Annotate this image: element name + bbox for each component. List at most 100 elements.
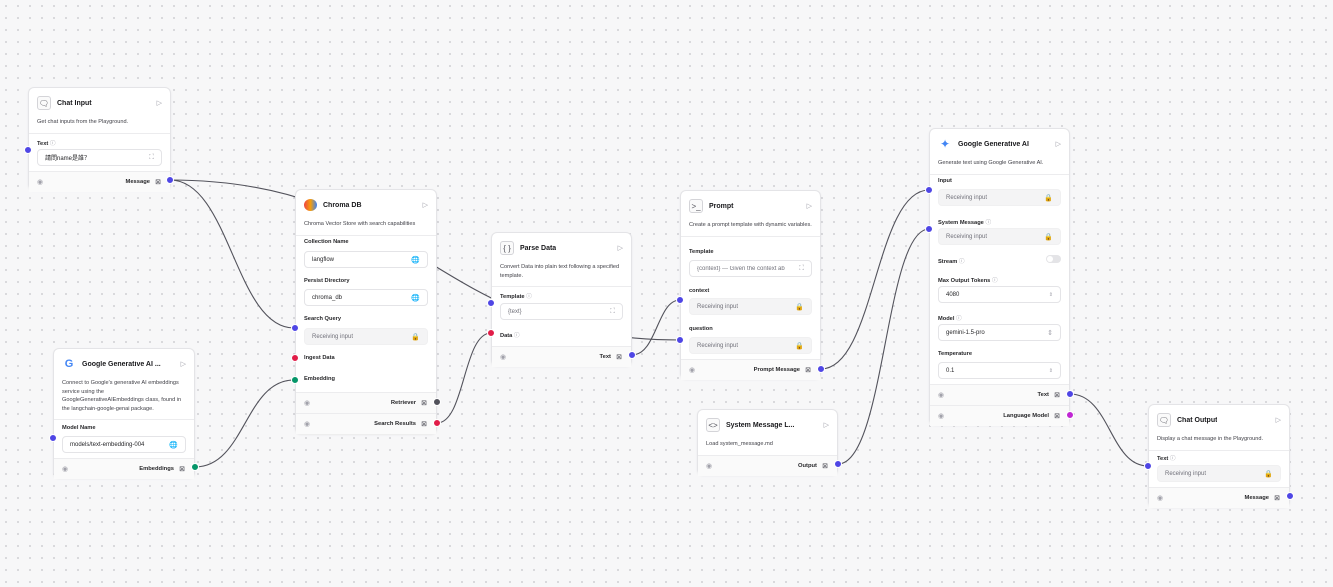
text-field[interactable]: Receiving input 🔒 — [1157, 465, 1281, 482]
template-input[interactable]: {context} --- Given the context ab ⛶ — [689, 260, 812, 277]
field-label-ingest-data: Ingest Data — [304, 355, 335, 361]
handle-embedding[interactable] — [291, 376, 299, 384]
output-selector-icon[interactable]: ⊠ — [154, 178, 162, 186]
eye-icon[interactable]: ◉ — [689, 366, 695, 374]
play-icon[interactable]: ▷ — [423, 201, 428, 209]
handle-language-model-output[interactable] — [1066, 411, 1074, 419]
handle-message-output[interactable] — [1286, 492, 1294, 500]
handle-search-query[interactable] — [291, 324, 299, 332]
edge-parse-prompt — [631, 299, 681, 356]
output-row-text: ◉ Text ⊠ — [492, 346, 631, 367]
output-selector-icon[interactable]: ⊠ — [1053, 412, 1061, 420]
play-icon[interactable]: ▷ — [181, 360, 186, 368]
expand-icon[interactable]: ⛶ — [145, 154, 154, 162]
eye-icon[interactable]: ◉ — [938, 412, 944, 420]
output-selector-icon[interactable]: ⊠ — [420, 399, 428, 407]
globe-icon[interactable]: 🌐 — [407, 256, 420, 264]
globe-icon[interactable]: 🌐 — [165, 441, 178, 449]
node-header: Chroma DB ▷ — [296, 192, 436, 218]
handle-retriever-output[interactable] — [433, 398, 441, 406]
eye-icon[interactable]: ◉ — [62, 465, 68, 473]
handle-model-name[interactable] — [49, 434, 57, 442]
play-icon[interactable]: ▷ — [618, 244, 623, 252]
lock-icon: 🔒 — [1044, 194, 1053, 202]
node-header: G Google Generative AI ... ▷ — [54, 351, 194, 377]
handle-data[interactable] — [487, 329, 495, 337]
chat-output-node[interactable]: 🗨 Chat Output ▷ Display a chat message i… — [1148, 404, 1290, 508]
node-description: Generate text using Google Generative AI… — [938, 160, 1044, 166]
handle-ingest-data[interactable] — [291, 354, 299, 362]
output-selector-icon[interactable]: ⊠ — [804, 366, 812, 374]
eye-icon[interactable]: ◉ — [1157, 494, 1163, 502]
handle-text-input[interactable] — [1144, 462, 1152, 470]
prompt-node[interactable]: >_ Prompt ▷ Create a prompt template wit… — [680, 190, 821, 380]
chevron-up-down-icon[interactable]: ⇕ — [1043, 329, 1053, 337]
handle-prompt-message-output[interactable] — [817, 365, 825, 373]
parse-data-node[interactable]: { } Parse Data ▷ Convert Data into plain… — [491, 232, 632, 367]
handle-question[interactable] — [676, 336, 684, 344]
google-llm-node[interactable]: ✦ Google Generative AI ▷ Generate text u… — [929, 128, 1070, 426]
output-selector-icon[interactable]: ⊠ — [821, 462, 829, 470]
expand-icon[interactable]: ⛶ — [795, 265, 804, 273]
question-input[interactable]: Receiving input 🔒 — [689, 337, 812, 354]
eye-icon[interactable]: ◉ — [706, 462, 712, 470]
lock-icon: 🔒 — [1264, 470, 1273, 478]
handle-chat-input-message[interactable] — [166, 176, 174, 184]
eye-icon[interactable]: ◉ — [304, 420, 310, 428]
play-icon[interactable]: ▷ — [1056, 140, 1061, 148]
model-select[interactable]: gemini-1.5-pro ⇕ — [938, 324, 1061, 341]
system-message-node[interactable]: <> System Message L... ▷ Load system_mes… — [697, 409, 838, 476]
handle-context[interactable] — [676, 296, 684, 304]
persist-directory-input[interactable]: chroma_db 🌐 — [304, 289, 428, 306]
handle-chat-input-text[interactable] — [24, 146, 32, 154]
play-icon[interactable]: ▷ — [1276, 416, 1281, 424]
stepper-icon[interactable]: ⇕ — [1045, 368, 1053, 374]
edge-embeddings-chroma — [194, 379, 295, 468]
eye-icon[interactable]: ◉ — [500, 353, 506, 361]
output-selector-icon[interactable]: ⊠ — [178, 465, 186, 473]
divider — [930, 173, 1069, 175]
handle-template[interactable] — [487, 299, 495, 307]
output-selector-icon[interactable]: ⊠ — [1053, 391, 1061, 399]
output-selector-icon[interactable]: ⊠ — [1273, 494, 1281, 502]
handle-text-output[interactable] — [628, 351, 636, 359]
node-header: { } Parse Data ▷ — [492, 235, 631, 261]
play-icon[interactable]: ▷ — [824, 421, 829, 429]
node-description: Chroma Vector Store with search capabili… — [304, 221, 416, 227]
field-label-collection: Collection Name — [304, 239, 349, 245]
eye-icon[interactable]: ◉ — [304, 399, 310, 407]
code-brackets-icon: <> — [706, 418, 720, 432]
play-icon[interactable]: ▷ — [807, 202, 812, 210]
google-embeddings-node[interactable]: G Google Generative AI ... ▷ Connect to … — [53, 348, 195, 479]
eye-icon[interactable]: ◉ — [37, 178, 43, 186]
output-selector-icon[interactable]: ⊠ — [420, 420, 428, 428]
chroma-db-node[interactable]: Chroma DB ▷ Chroma Vector Store with sea… — [295, 189, 437, 434]
handle-search-results-output[interactable] — [433, 419, 441, 427]
model-name-input[interactable]: models/text-embedding-004 🌐 — [62, 436, 186, 453]
system-message-field[interactable]: Receiving input 🔒 — [938, 228, 1061, 245]
play-icon[interactable]: ▷ — [157, 99, 162, 107]
edge-sysmsg-llm — [837, 228, 930, 465]
temperature-input[interactable]: 0.1 ⇕ — [938, 362, 1061, 379]
output-selector-icon[interactable]: ⊠ — [615, 353, 623, 361]
input-field[interactable]: Receiving input 🔒 — [938, 189, 1061, 206]
handle-input[interactable] — [925, 186, 933, 194]
chat-input-node[interactable]: 🗨 Chat Input ▷ Get chat inputs from the … — [28, 87, 171, 192]
handle-embeddings-output[interactable] — [191, 463, 199, 471]
stream-toggle[interactable] — [1046, 255, 1061, 263]
handle-system-message-output[interactable] — [834, 460, 842, 468]
node-title: Google Generative AI ... — [82, 360, 161, 368]
max-output-tokens-input[interactable]: 4080 ⇕ — [938, 286, 1061, 303]
handle-system-message[interactable] — [925, 225, 933, 233]
expand-icon[interactable]: ⛶ — [606, 308, 615, 316]
text-input[interactable]: 請問name是誰？ ⛶ — [37, 149, 162, 166]
search-query-input[interactable]: Receiving input 🔒 — [304, 328, 428, 345]
stepper-icon[interactable]: ⇕ — [1045, 292, 1053, 298]
field-label-text: Text ⓘ — [37, 141, 56, 147]
context-input[interactable]: Receiving input 🔒 — [689, 298, 812, 315]
handle-text-output[interactable] — [1066, 390, 1074, 398]
template-input[interactable]: {text} ⛶ — [500, 303, 623, 320]
eye-icon[interactable]: ◉ — [938, 391, 944, 399]
globe-icon[interactable]: 🌐 — [407, 294, 420, 302]
collection-name-input[interactable]: langflow 🌐 — [304, 251, 428, 268]
